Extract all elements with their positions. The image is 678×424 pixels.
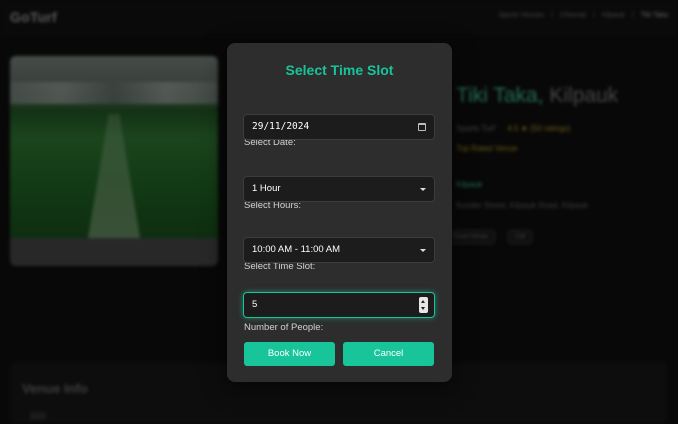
- people-value: 5: [252, 299, 258, 310]
- people-number-input[interactable]: 5: [243, 292, 435, 318]
- hours-value: 1 Hour: [252, 183, 281, 194]
- booking-page: GoTurf Sports Venues / Chennai / Kilpauk…: [0, 0, 678, 424]
- calendar-icon[interactable]: [418, 123, 426, 131]
- cancel-button[interactable]: Cancel: [343, 342, 434, 366]
- date-value: 29/11/2024: [252, 121, 310, 132]
- time-slot-modal: Select Time Slot Select Date: 29/11/2024…: [227, 43, 452, 382]
- number-stepper-icon[interactable]: [419, 297, 428, 313]
- date-input[interactable]: 29/11/2024: [243, 114, 435, 140]
- time-slot-value: 10:00 AM - 11:00 AM: [252, 244, 341, 255]
- modal-title: Select Time Slot: [285, 62, 394, 78]
- book-now-button[interactable]: Book Now: [244, 342, 335, 366]
- hours-select[interactable]: 1 Hour: [243, 176, 435, 202]
- chevron-down-icon: [420, 249, 426, 252]
- people-label: Number of People:: [244, 322, 324, 333]
- time-slot-select[interactable]: 10:00 AM - 11:00 AM: [243, 237, 435, 263]
- chevron-down-icon: [420, 188, 426, 191]
